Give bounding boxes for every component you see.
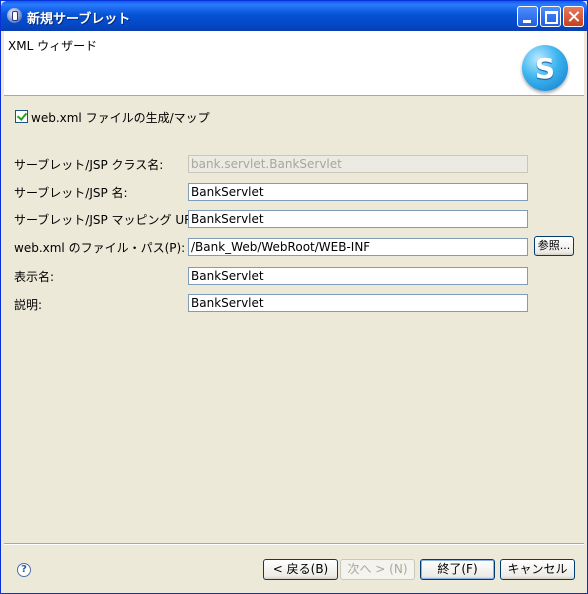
cancel-button[interactable]: キャンセル [500, 559, 575, 580]
next-button: 次へ > (N) [340, 559, 415, 580]
mapping-url-field[interactable] [188, 210, 528, 228]
display-name-field[interactable] [188, 267, 528, 285]
servlet-name-field[interactable] [188, 183, 528, 201]
generate-webxml-label: web.xml ファイルの生成/マップ [31, 111, 210, 125]
maximize-button[interactable] [540, 6, 561, 27]
button-bar-separator [4, 543, 584, 545]
class-name-field [188, 155, 528, 173]
minimize-button[interactable] [517, 6, 538, 27]
description-field[interactable] [188, 294, 528, 312]
wizard-banner: XML ウィザード S [4, 31, 584, 96]
display-name-label: 表示名: [14, 270, 55, 284]
close-button[interactable] [563, 6, 584, 27]
logo-letter: S [534, 52, 556, 85]
webxml-path-label: web.xml のファイル・パス(P): [14, 241, 186, 255]
title-bar[interactable]: 新規サーブレット [1, 1, 587, 31]
wizard-logo-icon: S [522, 45, 568, 91]
browse-button[interactable]: 参照... [534, 236, 574, 256]
webxml-path-field[interactable] [188, 238, 528, 256]
generate-webxml-checkbox[interactable] [15, 110, 28, 123]
class-name-label: サーブレット/JSP クラス名: [14, 158, 164, 172]
eclipse-app-icon [7, 8, 22, 23]
description-label: 説明: [14, 298, 43, 312]
new-servlet-dialog: 新規サーブレット XML ウィザード S web.xml ファイルの生成/マップ… [0, 0, 588, 594]
back-button[interactable]: < 戻る(B) [263, 559, 338, 580]
window-title: 新規サーブレット [27, 12, 131, 27]
servlet-name-label: サーブレット/JSP 名: [14, 186, 128, 200]
wizard-title: XML ウィザード [8, 39, 98, 53]
mapping-url-label: サーブレット/JSP マッピング URL: [14, 213, 204, 227]
help-icon[interactable]: ? [17, 563, 31, 577]
finish-button[interactable]: 終了(F) [420, 559, 495, 580]
